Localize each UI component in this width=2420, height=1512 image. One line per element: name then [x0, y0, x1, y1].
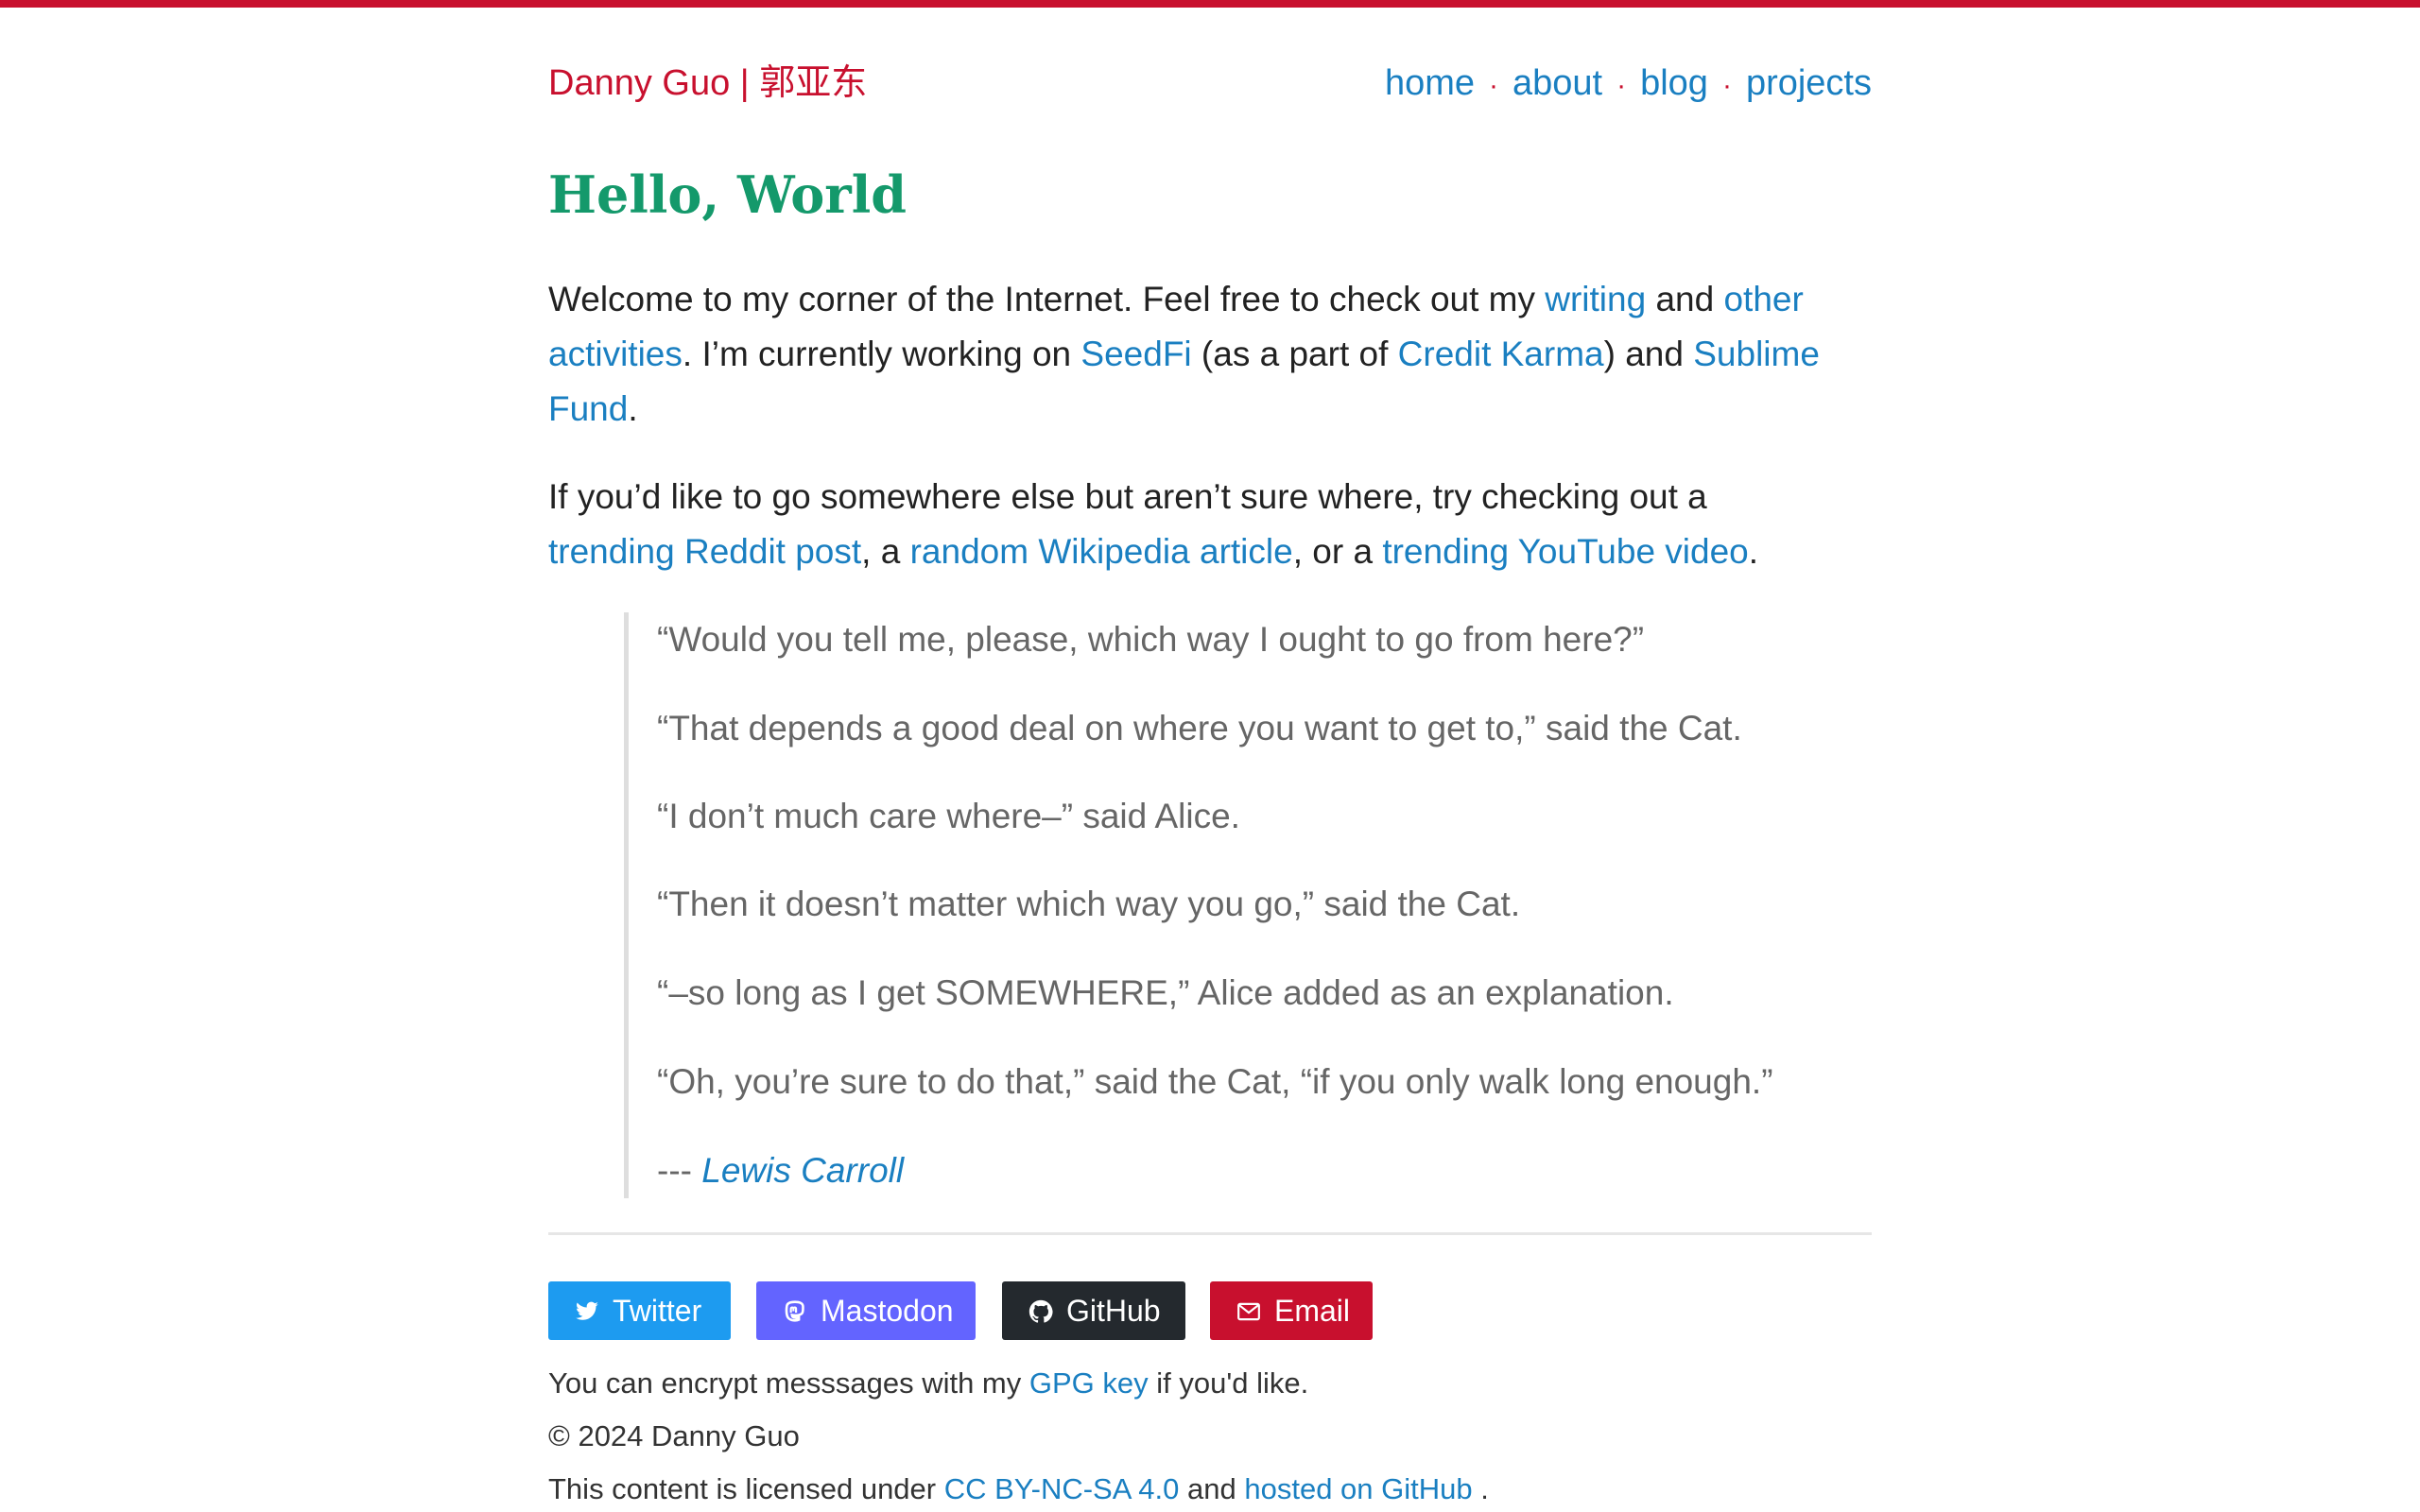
intro-text: Welcome to my corner of the Internet. Fe… — [548, 280, 1546, 318]
suggestion-text: , or a — [1292, 532, 1383, 571]
other-activities-link-part[interactable]: other — [1723, 280, 1803, 318]
github-button[interactable]: GitHub — [1002, 1281, 1185, 1340]
quote-line: “Oh, you’re sure to do that,” said the C… — [657, 1062, 1773, 1101]
twitter-button-label[interactable]: Twitter — [613, 1281, 701, 1340]
main-nav: home · about · blog · projects — [1385, 57, 1872, 112]
nav-separator: · — [1721, 70, 1732, 101]
footer-divider — [548, 1232, 1872, 1235]
license-text: . — [1472, 1472, 1489, 1505]
quote-line: “Would you tell me, please, which way I … — [657, 620, 1645, 659]
hosted-on-github-link[interactable]: hosted on GitHub — [1244, 1472, 1472, 1505]
intro-paragraph: Welcome to my corner of the Internet. Fe… — [548, 272, 1872, 437]
quote-line: “–so long as I get SOMEWHERE,” Alice add… — [657, 973, 1674, 1012]
nav-projects-link[interactable]: projects — [1746, 63, 1872, 103]
writing-link[interactable]: writing — [1545, 280, 1646, 318]
intro-text: ) and — [1603, 335, 1694, 373]
intro-text: . I’m currently working on — [682, 335, 1081, 373]
intro-text: and — [1646, 280, 1724, 318]
gpg-key-link[interactable]: GPG key — [1029, 1366, 1149, 1400]
intro-text: (as a part of — [1191, 335, 1398, 373]
sublime-fund-link-part[interactable]: Sublime — [1693, 335, 1820, 373]
other-activities-link-part[interactable]: activities — [548, 335, 683, 373]
quote-line: “That depends a good deal on where you w… — [657, 709, 1742, 747]
license-note: This content is licensed under CC BY-NC-… — [548, 1469, 1489, 1510]
gpg-text: You can encrypt messsages with my — [548, 1366, 1029, 1400]
twitter-icon — [576, 1301, 598, 1320]
envelope-icon — [1237, 1302, 1260, 1321]
credit-karma-link[interactable]: Credit Karma — [1398, 335, 1604, 373]
email-button[interactable]: Email — [1210, 1281, 1373, 1340]
mastodon-icon — [785, 1300, 804, 1322]
sublime-fund-link-part[interactable]: Fund — [548, 389, 628, 428]
gpg-note: You can encrypt messsages with my GPG ke… — [548, 1363, 1308, 1404]
suggestion-paragraph: If you’d like to go somewhere else but a… — [548, 470, 1872, 579]
quote-line: “Then it doesn’t matter which way you go… — [657, 885, 1521, 923]
email-button-label[interactable]: Email — [1274, 1281, 1350, 1340]
nav-separator: · — [1489, 70, 1498, 101]
mastodon-button-label[interactable]: Mastodon — [821, 1281, 954, 1340]
twitter-button[interactable]: Twitter — [548, 1281, 731, 1340]
intro-text: . — [628, 389, 638, 428]
quote-attribution: --- Lewis Carroll — [657, 1143, 904, 1198]
page-title: Hello, World — [548, 164, 908, 225]
nav-home-link[interactable]: home — [1385, 63, 1475, 103]
suggestion-text: If you’d like to go somewhere else but a… — [548, 477, 1707, 516]
wikipedia-link[interactable]: random Wikipedia article — [910, 532, 1293, 571]
suggestion-text: . — [1748, 532, 1759, 571]
mastodon-button[interactable]: Mastodon — [756, 1281, 976, 1340]
reddit-link[interactable]: trending Reddit post — [548, 532, 861, 571]
license-text: and — [1179, 1472, 1245, 1505]
copyright: © 2024 Danny Guo — [548, 1419, 800, 1452]
suggestion-text: , a — [861, 532, 910, 571]
top-accent-bar — [0, 0, 2420, 8]
quote-line: “I don’t much care where–” said Alice. — [657, 797, 1240, 835]
nav-blog-link[interactable]: blog — [1640, 63, 1708, 103]
site-title-link[interactable]: Danny Guo | 郭亚东 — [548, 57, 867, 110]
site-header: Danny Guo | 郭亚东 home · about · blog · projects — [548, 57, 1872, 110]
blockquote: “Would you tell me, please, which way I … — [624, 612, 1876, 1198]
nav-separator: · — [1616, 70, 1627, 101]
nav-about-link[interactable]: about — [1512, 63, 1602, 103]
gpg-text: if you'd like. — [1148, 1366, 1309, 1400]
attribution-prefix: --- — [657, 1151, 702, 1190]
github-icon — [1028, 1299, 1053, 1323]
author-link[interactable]: Lewis Carroll — [701, 1151, 904, 1190]
github-button-label[interactable]: GitHub — [1066, 1281, 1161, 1340]
license-text: This content is licensed under — [548, 1472, 944, 1505]
seedfi-link[interactable]: SeedFi — [1080, 335, 1191, 373]
youtube-link[interactable]: trending YouTube video — [1382, 532, 1748, 571]
license-link[interactable]: CC BY-NC-SA 4.0 — [944, 1472, 1180, 1505]
